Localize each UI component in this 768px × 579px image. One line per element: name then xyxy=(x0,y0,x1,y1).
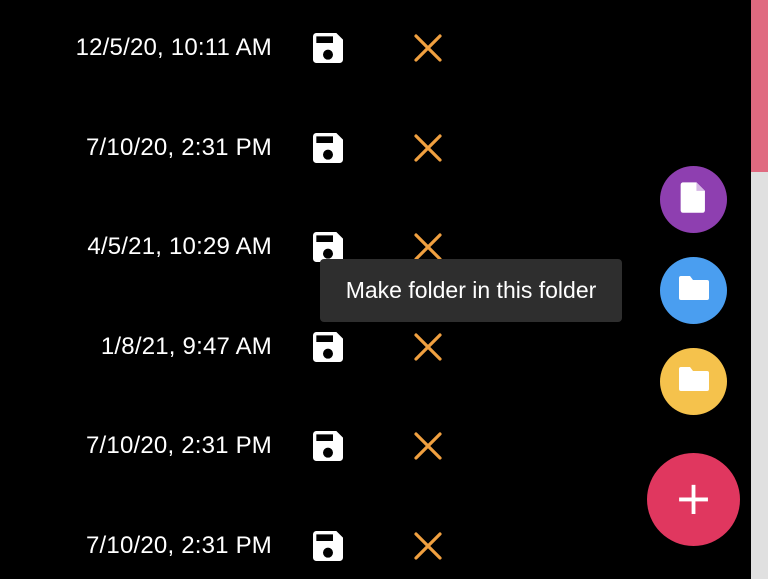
scrollbar-thumb[interactable] xyxy=(751,0,768,172)
list-item: 12/5/20, 10:11 AM xyxy=(0,18,460,78)
add-button[interactable]: + xyxy=(647,453,740,546)
item-date: 12/5/20, 10:11 AM xyxy=(75,34,272,61)
list-item: 7/10/20, 2:31 PM xyxy=(0,118,460,178)
close-x-icon[interactable] xyxy=(412,430,444,462)
floppy-disk-icon[interactable] xyxy=(308,327,348,367)
plus-icon: + xyxy=(674,470,713,525)
folder-icon xyxy=(677,274,711,307)
new-file-button[interactable] xyxy=(660,166,727,233)
close-x-icon[interactable] xyxy=(412,331,444,363)
close-x-icon[interactable] xyxy=(412,32,444,64)
list-item: 1/8/21, 9:47 AM xyxy=(0,317,460,377)
tooltip: Make folder in this folder xyxy=(320,259,622,322)
file-list-screen: 12/5/20, 10:11 AM 7/10/20, 2:31 PM 4/5/2… xyxy=(0,0,768,579)
folder-icon xyxy=(677,365,711,398)
item-date: 7/10/20, 2:31 PM xyxy=(86,532,272,559)
list-item: 7/10/20, 2:31 PM xyxy=(0,516,460,576)
floppy-disk-icon[interactable] xyxy=(308,426,348,466)
list-item: 7/10/20, 2:31 PM xyxy=(0,416,460,476)
item-date: 7/10/20, 2:31 PM xyxy=(86,134,272,161)
make-folder-button[interactable] xyxy=(660,348,727,415)
file-icon xyxy=(679,180,709,219)
floppy-disk-icon[interactable] xyxy=(308,128,348,168)
item-date: 1/8/21, 9:47 AM xyxy=(100,333,272,360)
close-x-icon[interactable] xyxy=(412,132,444,164)
close-x-icon[interactable] xyxy=(412,530,444,562)
make-folder-here-button[interactable] xyxy=(660,257,727,324)
floppy-disk-icon[interactable] xyxy=(308,526,348,566)
floppy-disk-icon[interactable] xyxy=(308,28,348,68)
item-date: 7/10/20, 2:31 PM xyxy=(86,432,272,459)
item-date: 4/5/21, 10:29 AM xyxy=(87,233,272,260)
